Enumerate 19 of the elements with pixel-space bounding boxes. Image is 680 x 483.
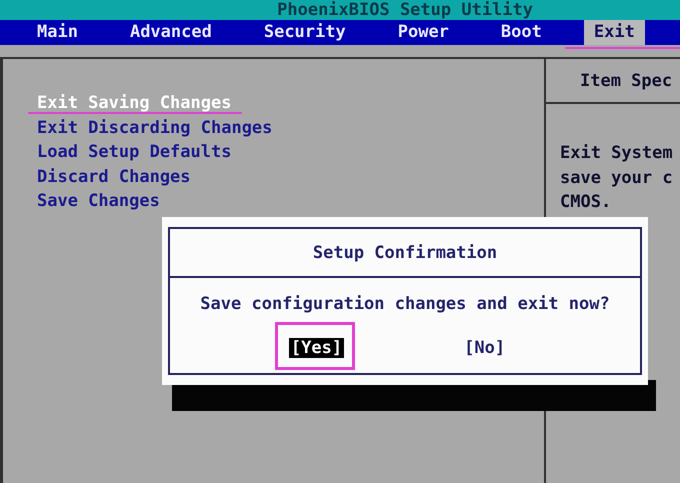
dialog-button[interactable]: [No]: [462, 338, 508, 358]
dialog-button[interactable]: [Yes]: [288, 338, 344, 358]
help-text: Exit System: [560, 142, 674, 165]
help-text: CMOS.: [560, 191, 612, 214]
menu-item[interactable]: Discard Changes: [37, 164, 191, 189]
help-text: save your c: [560, 166, 674, 190]
menu-tab[interactable]: Exit: [584, 20, 645, 45]
menu-tab[interactable]: Boot: [490, 20, 552, 45]
menu-tab[interactable]: Main: [27, 20, 88, 45]
help-title: Item Spec: [580, 70, 672, 90]
menu-tab[interactable]: Power: [388, 20, 459, 45]
menu-tab[interactable]: Advanced: [120, 20, 222, 45]
menu-item[interactable]: Save Changes: [37, 189, 160, 214]
dialog-title: Setup Confirmation: [312, 242, 498, 262]
dialog-message: Save configuration changes and exit now?: [199, 294, 611, 314]
menu-item[interactable]: Load Setup Defaults: [37, 140, 232, 164]
window-title: PhoenixBIOS Setup Utility: [277, 0, 533, 20]
menu-tab[interactable]: Security: [254, 20, 356, 45]
menu-item[interactable]: Exit Discarding Changes: [37, 116, 272, 140]
